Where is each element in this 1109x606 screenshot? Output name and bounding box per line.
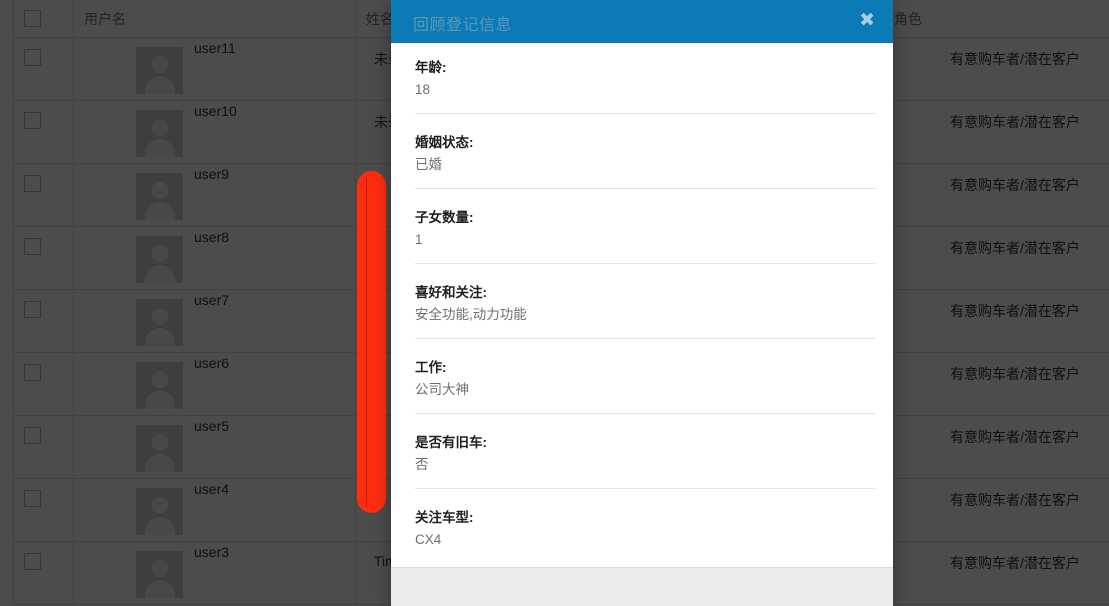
field-value: CX4 [415, 532, 442, 547]
modal-footer [391, 567, 893, 606]
field-label: 年龄: [415, 60, 447, 75]
field-value: 已婚 [415, 157, 442, 172]
field-value: 安全功能,动力功能 [415, 307, 527, 322]
close-icon[interactable]: ✖ [859, 11, 875, 30]
registration-info-modal: 回顾登记信息 ✖ 2020/09/20年龄:18婚姻状态:已婚子女数量:1喜好和… [391, 0, 893, 606]
red-annotation-stroke [357, 171, 386, 513]
registration-field-list: 2020/09/20年龄:18婚姻状态:已婚子女数量:1喜好和关注:安全功能,动… [415, 43, 875, 563]
registration-field: 工作: 公司大神 [415, 338, 875, 413]
registration-field: 喜好和关注: 安全功能,动力功能 [415, 263, 875, 338]
registration-field: 年龄: 18 [415, 43, 875, 113]
field-label: 是否有旧车: [415, 435, 487, 450]
registration-field: 婚姻状态: 已婚 [415, 113, 875, 188]
field-value: 18 [415, 82, 431, 97]
modal-body: 2020/09/20年龄:18婚姻状态:已婚子女数量:1喜好和关注:安全功能,动… [391, 43, 893, 567]
field-label: 子女数量: [415, 210, 474, 225]
modal-header: 回顾登记信息 ✖ [391, 0, 893, 43]
field-label: 喜好和关注: [415, 285, 487, 300]
field-label: 关注车型: [415, 510, 474, 525]
modal-title: 回顾登记信息 [413, 17, 513, 34]
field-label: 工作: [415, 360, 447, 375]
registration-field: 是否有旧车: 否 [415, 413, 875, 488]
field-label: 婚姻状态: [415, 135, 474, 150]
field-value: 否 [415, 457, 429, 472]
registration-field: 子女数量: 1 [415, 188, 875, 263]
field-value: 1 [415, 232, 423, 247]
field-value: 公司大神 [415, 382, 469, 397]
registration-field: 关注车型: CX4 [415, 488, 875, 563]
